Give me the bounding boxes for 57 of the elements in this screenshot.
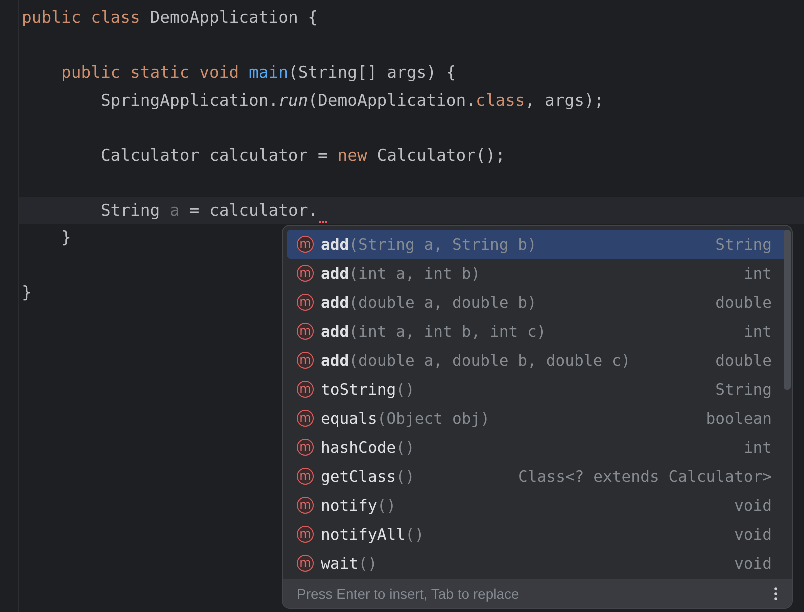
method-signature: getClass()	[321, 468, 415, 486]
code-line: Calculator calculator = new Calculator();	[100, 144, 506, 166]
method-signature: add(String a, String b)	[321, 236, 537, 254]
return-type: String	[716, 236, 772, 254]
completion-item[interactable]: m hashCode() int	[287, 433, 788, 462]
code-line: String a = calculator.	[100, 200, 318, 222]
method-icon: m	[297, 323, 314, 340]
method-icon: m	[297, 265, 314, 282]
completion-item[interactable]: m notifyAll() void	[287, 520, 788, 549]
more-options-icon[interactable]	[774, 586, 778, 600]
code-line: public class DemoApplication {	[22, 7, 318, 29]
method-icon: m	[297, 497, 314, 514]
method-signature: hashCode()	[321, 438, 415, 456]
return-type: void	[734, 554, 772, 572]
method-signature: add(int a, int b, int c)	[321, 322, 546, 340]
completion-item[interactable]: m add(double a, double b, double c) double	[287, 346, 788, 375]
return-type: void	[734, 496, 772, 514]
method-signature: add(int a, int b)	[321, 264, 481, 282]
completion-item[interactable]: m add(int a, int b, int c) int	[287, 317, 788, 346]
method-icon: m	[297, 468, 314, 485]
method-icon: m	[297, 439, 314, 456]
completion-item[interactable]: m getClass() Class<? extends Calculator>	[287, 462, 788, 491]
method-signature: notify()	[321, 496, 396, 514]
completion-item[interactable]: m notify() void	[287, 491, 788, 520]
method-icon: m	[297, 294, 314, 311]
method-icon: m	[297, 555, 314, 572]
method-signature: add(double a, double b, double c)	[321, 352, 631, 370]
code-line: public static void main(String[] args) {	[60, 62, 456, 84]
return-type: int	[744, 322, 772, 340]
method-signature: add(double a, double b)	[321, 294, 537, 312]
return-type: int	[744, 438, 772, 456]
scrollbar-thumb[interactable]	[784, 230, 791, 390]
code-line: }	[60, 227, 72, 249]
method-signature: wait()	[321, 554, 378, 572]
return-type: void	[734, 526, 772, 544]
footer-hint: Press Enter to insert, Tab to replace	[297, 586, 520, 602]
method-icon: m	[297, 352, 314, 369]
method-signature: equals(Object obj)	[321, 410, 490, 428]
return-type: String	[716, 380, 772, 398]
method-icon: m	[297, 526, 314, 543]
completion-item[interactable]: m toString() String	[287, 375, 788, 404]
completion-item[interactable]: m add(int a, int b) int	[287, 259, 788, 288]
return-type: boolean	[706, 410, 772, 428]
code-line: }	[22, 282, 32, 304]
method-icon: m	[297, 236, 314, 253]
method-icon: m	[297, 410, 314, 427]
return-type: double	[716, 294, 772, 312]
completion-item[interactable]: m add(double a, double b) double	[287, 288, 788, 317]
return-type: Class<? extends Calculator>	[518, 468, 772, 486]
method-signature: toString()	[321, 380, 415, 398]
completion-item[interactable]: m equals(Object obj) boolean	[287, 404, 788, 433]
method-icon: m	[297, 381, 314, 398]
return-type: int	[744, 264, 772, 282]
completion-item[interactable]: m wait() void	[287, 549, 788, 578]
method-signature: notifyAll()	[321, 526, 424, 544]
code-line: SpringApplication.run(DemoApplication.class, args);	[100, 90, 604, 112]
return-type: double	[716, 352, 772, 370]
